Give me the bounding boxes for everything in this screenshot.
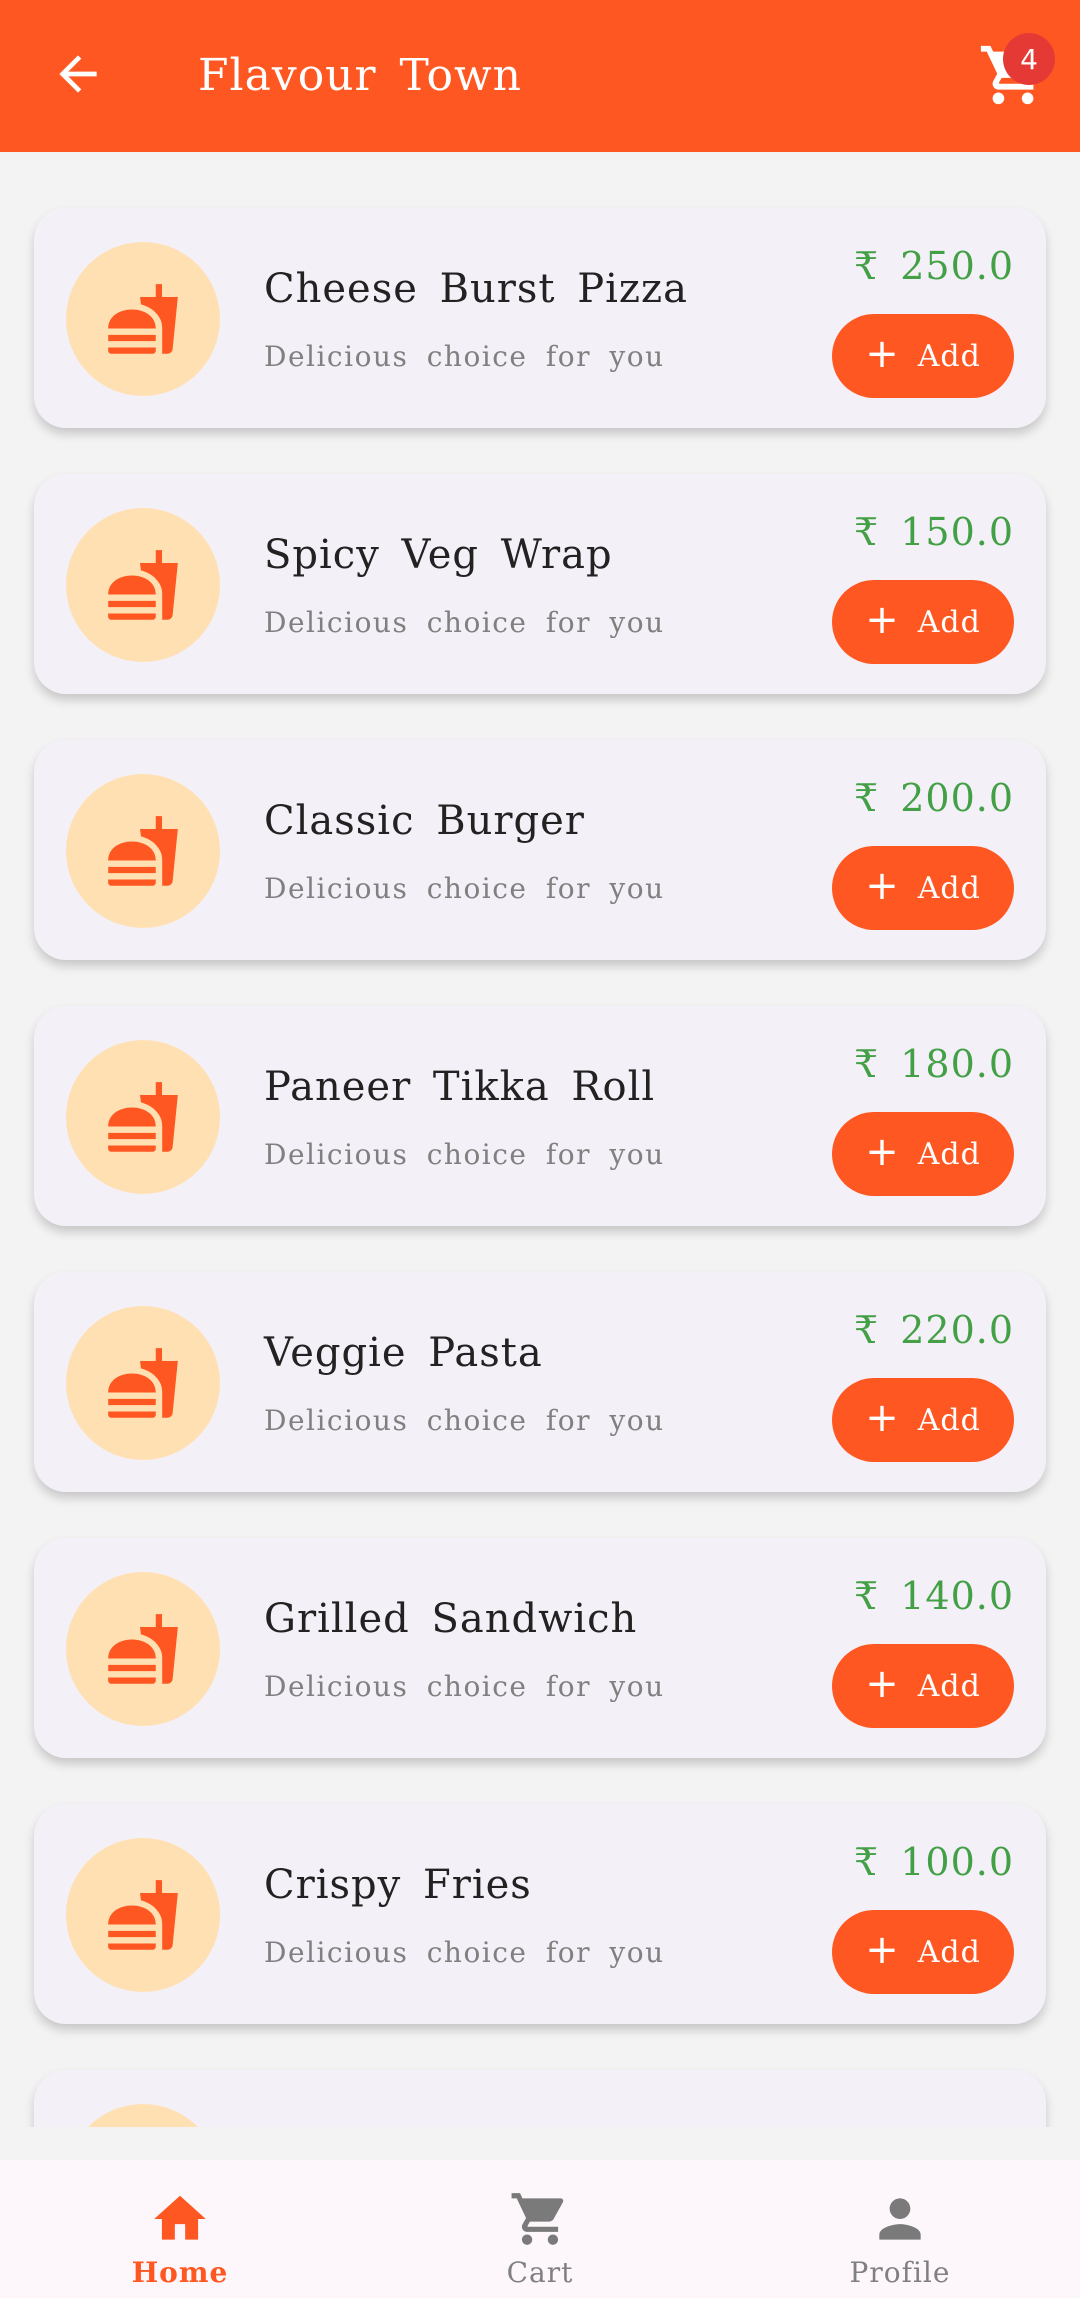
item-name: Grilled Sandwich	[264, 1596, 638, 1642]
app-bar: Flavour Town 4	[0, 0, 1080, 152]
add-to-cart-button[interactable]: + Add	[832, 1378, 1014, 1462]
plus-icon: +	[865, 597, 900, 643]
fastfood-icon	[108, 550, 178, 620]
fastfood-icon	[108, 816, 178, 886]
add-label: Add	[917, 604, 981, 640]
cart-count-badge: 4	[1003, 33, 1055, 85]
item-description: Delicious choice for you	[264, 340, 665, 373]
nav-cart-label: Cart	[506, 2256, 574, 2289]
bottom-navigation: Home Cart Profile	[0, 2160, 1080, 2298]
item-description: Delicious choice for you	[264, 872, 665, 905]
item-name: Paneer Tikka Roll	[264, 1064, 656, 1110]
plus-icon: +	[865, 1927, 900, 1973]
plus-icon: +	[865, 1129, 900, 1175]
item-thumbnail	[66, 1040, 220, 1194]
fastfood-icon	[108, 1082, 178, 1152]
item-price: ₹ 180.0	[853, 1042, 1014, 1086]
nav-profile[interactable]: Profile	[790, 2188, 1010, 2298]
person-icon	[879, 2198, 921, 2240]
item-name: Spicy Veg Wrap	[264, 532, 613, 578]
item-thumbnail	[66, 1306, 220, 1460]
add-label: Add	[917, 338, 981, 374]
item-description: Delicious choice for you	[264, 606, 665, 639]
item-price: ₹ 140.0	[853, 1574, 1014, 1618]
item-name: Cheese Burst Pizza	[264, 266, 688, 312]
item-description: Delicious choice for you	[264, 1670, 665, 1703]
menu-item-card: Paneer Tikka Roll Delicious choice for y…	[34, 1006, 1046, 1226]
item-description: Delicious choice for you	[264, 1936, 665, 1969]
fastfood-icon	[108, 1880, 178, 1950]
item-price: ₹ 100.0	[853, 1840, 1014, 1884]
menu-item-card-partial	[34, 2070, 1046, 2127]
menu-item-card: Classic Burger Delicious choice for you …	[34, 740, 1046, 960]
add-to-cart-button[interactable]: + Add	[832, 1910, 1014, 1994]
item-thumbnail	[66, 774, 220, 928]
nav-home-label: Home	[131, 2256, 229, 2289]
item-name: Classic Burger	[264, 798, 585, 844]
item-price: ₹ 220.0	[853, 1308, 1014, 1352]
add-to-cart-button[interactable]: + Add	[832, 1112, 1014, 1196]
item-price: ₹ 250.0	[853, 244, 1014, 288]
menu-list[interactable]: Cheese Burst Pizza Delicious choice for …	[0, 152, 1080, 2127]
item-name: Veggie Pasta	[264, 1330, 543, 1376]
menu-item-card: Veggie Pasta Delicious choice for you ₹ …	[34, 1272, 1046, 1492]
nav-profile-label: Profile	[849, 2256, 951, 2289]
nav-home[interactable]: Home	[70, 2188, 290, 2298]
home-icon	[154, 2195, 206, 2240]
item-thumbnail	[66, 508, 220, 662]
item-description: Delicious choice for you	[264, 1404, 665, 1437]
plus-icon: +	[865, 1395, 900, 1441]
menu-item-card: Spicy Veg Wrap Delicious choice for you …	[34, 474, 1046, 694]
add-label: Add	[917, 870, 981, 906]
menu-item-card: Grilled Sandwich Delicious choice for yo…	[34, 1538, 1046, 1758]
menu-item-card: Crispy Fries Delicious choice for you ₹ …	[34, 1804, 1046, 2024]
item-description: Delicious choice for you	[264, 1138, 665, 1171]
item-name: Crispy Fries	[264, 1862, 532, 1908]
plus-icon: +	[865, 331, 900, 377]
plus-icon: +	[865, 1661, 900, 1707]
add-label: Add	[917, 1136, 981, 1172]
item-thumbnail	[66, 2104, 220, 2127]
add-to-cart-button[interactable]: + Add	[832, 1644, 1014, 1728]
fastfood-icon	[108, 1348, 178, 1418]
fastfood-icon	[108, 284, 178, 354]
back-button[interactable]	[50, 46, 106, 102]
menu-item-card: Cheese Burst Pizza Delicious choice for …	[34, 208, 1046, 428]
item-price: ₹ 150.0	[853, 510, 1014, 554]
nav-cart[interactable]: Cart	[430, 2188, 650, 2298]
shopping-cart-icon	[511, 2193, 564, 2245]
add-label: Add	[917, 1934, 981, 1970]
add-to-cart-button[interactable]: + Add	[832, 314, 1014, 398]
add-label: Add	[917, 1668, 981, 1704]
item-thumbnail	[66, 242, 220, 396]
arrow-left-icon	[59, 55, 97, 93]
fastfood-icon	[108, 1614, 178, 1684]
add-to-cart-button[interactable]: + Add	[832, 580, 1014, 664]
item-price: ₹ 200.0	[853, 776, 1014, 820]
page-title: Flavour Town	[198, 50, 522, 101]
plus-icon: +	[865, 863, 900, 909]
add-label: Add	[917, 1402, 981, 1438]
item-thumbnail	[66, 1572, 220, 1726]
add-to-cart-button[interactable]: + Add	[832, 846, 1014, 930]
item-thumbnail	[66, 1838, 220, 1992]
